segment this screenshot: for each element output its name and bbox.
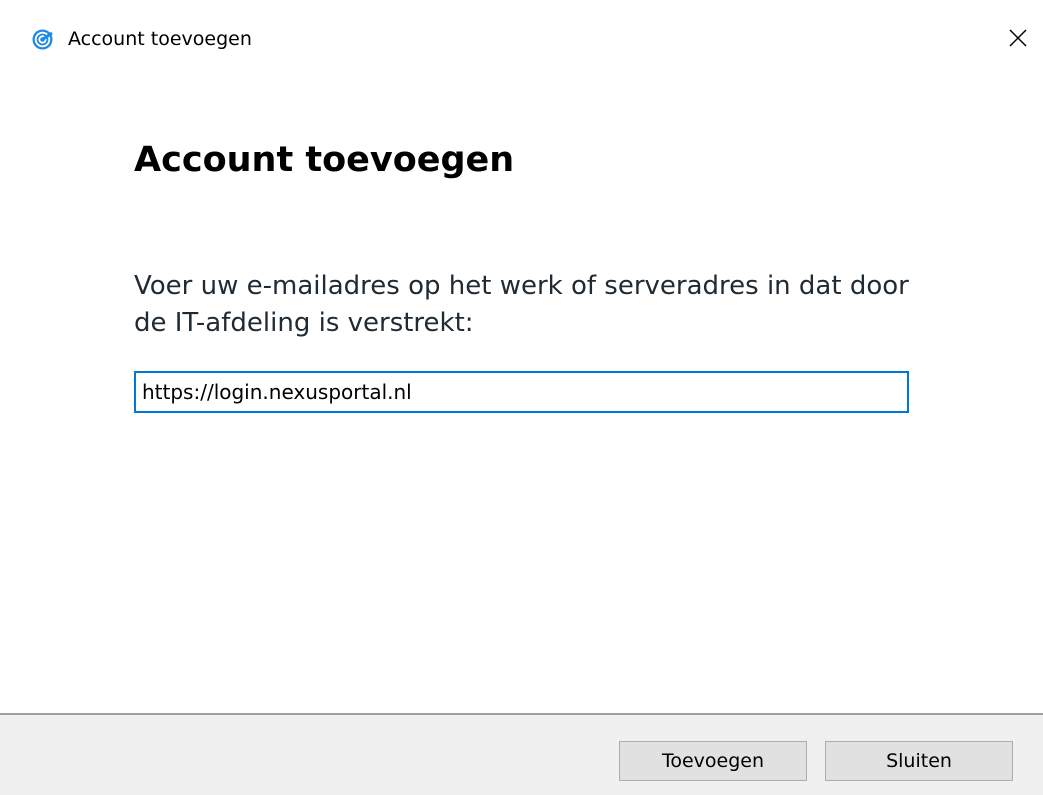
page-title: Account toevoegen <box>134 140 515 180</box>
add-account-dialog: Account toevoegen Account toevoegen Voer… <box>0 0 1043 795</box>
window-title: Account toevoegen <box>68 28 252 50</box>
instruction-text: Voer uw e-mailadres op het werk of serve… <box>134 271 909 338</box>
close-icon <box>1009 29 1027 47</box>
close-button[interactable] <box>996 18 1040 58</box>
add-button[interactable]: Toevoegen <box>619 741 807 781</box>
account-ring-icon <box>32 29 53 50</box>
email-or-server-input[interactable] <box>134 371 909 413</box>
close-dialog-button[interactable]: Sluiten <box>825 741 1013 781</box>
title-bar: Account toevoegen <box>0 0 1043 80</box>
dialog-footer: Toevoegen Sluiten <box>0 713 1043 795</box>
